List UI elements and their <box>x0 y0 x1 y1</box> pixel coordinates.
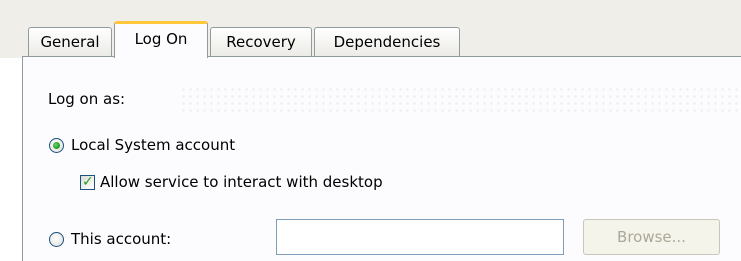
this-account-input[interactable] <box>276 219 564 255</box>
tab-dependencies[interactable]: Dependencies <box>314 27 460 56</box>
browse-button[interactable]: Browse... <box>583 219 720 255</box>
interact-desktop-label[interactable]: Allow service to interact with desktop <box>100 173 383 191</box>
interact-desktop-checkbox-row[interactable]: ✓ Allow service to interact with desktop <box>80 173 383 191</box>
local-system-account-label[interactable]: Local System account <box>71 136 235 154</box>
tab-recovery[interactable]: Recovery <box>210 27 312 56</box>
checkmark-icon: ✓ <box>82 173 94 190</box>
this-account-label[interactable]: This account: <box>71 230 171 248</box>
log-on-page: Log on as: Local System account ✓ Allow … <box>22 56 741 261</box>
tab-log-on[interactable]: Log On <box>114 21 208 58</box>
radio-selected-icon[interactable] <box>49 137 64 153</box>
this-account-radio-row[interactable]: This account: <box>49 230 171 248</box>
radio-unselected-icon[interactable] <box>49 231 64 247</box>
background-texture <box>180 86 740 114</box>
local-system-radio-row[interactable]: Local System account <box>49 136 235 154</box>
log-on-as-label: Log on as: <box>48 90 126 108</box>
tab-general[interactable]: General <box>28 27 112 56</box>
interact-desktop-checkbox[interactable]: ✓ <box>80 173 95 190</box>
